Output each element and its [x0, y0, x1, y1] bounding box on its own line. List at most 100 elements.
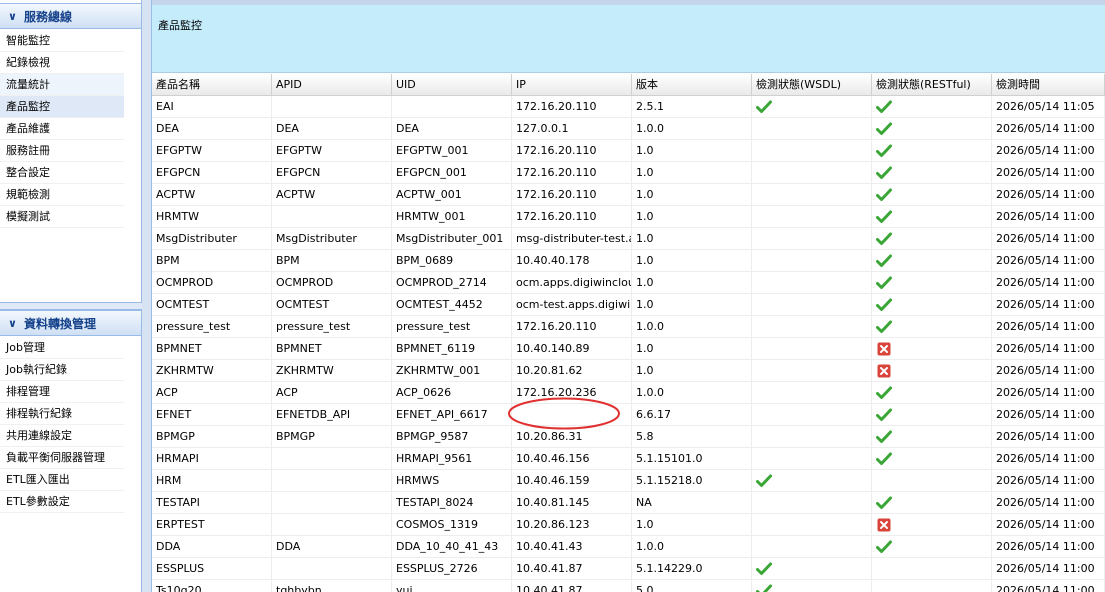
cell-version: 1.0	[632, 162, 752, 184]
table-row[interactable]: BPMGP BPMGP BPMGP_9587 10.20.86.31 5.8 2026/0…	[152, 426, 1105, 448]
column-header[interactable]: UID	[392, 74, 512, 96]
cell-apid	[272, 492, 392, 514]
cell-time: 2026/05/14 11:00	[992, 118, 1105, 140]
table-row[interactable]: TESTAPI TESTAPI_8024 10.40.81.145 NA 2026/05…	[152, 492, 1105, 514]
cell-ip: 172.16.20.110	[512, 316, 632, 338]
column-header[interactable]: 檢測狀態(RESTful)	[872, 74, 992, 96]
table-row[interactable]: BPMNET BPMNET BPMNET_6119 10.40.140.89 1.0 20…	[152, 338, 1105, 360]
table-row[interactable]: EAI 172.16.20.110 2.5.1 2026/05/14 11:05	[152, 96, 1105, 118]
cell-apid: BPM	[272, 250, 392, 272]
status-cell-rest	[872, 382, 992, 404]
cell-uid: HRMAPI_9561	[392, 448, 512, 470]
cell-name: EFGPTW	[152, 140, 272, 162]
sidebar-item[interactable]: 模擬測試	[0, 206, 124, 228]
cell-name: DEA	[152, 118, 272, 140]
check-icon	[876, 294, 892, 316]
table-row[interactable]: ACP ACP ACP_0626 172.16.20.236 1.0.0 2026/05/…	[152, 382, 1105, 404]
table-row[interactable]: HRM HRMWS 10.40.46.159 5.1.15218.0 2026/05/1…	[152, 470, 1105, 492]
cell-name: TESTAPI	[152, 492, 272, 514]
table-row[interactable]: pressure_test pressure_test pressure_test 1…	[152, 316, 1105, 338]
cell-apid: DDA	[272, 536, 392, 558]
cell-apid: EFNETDB_API	[272, 404, 392, 426]
page-title: 產品監控	[158, 19, 202, 32]
cell-apid: pressure_test	[272, 316, 392, 338]
sidebar-item[interactable]: Job管理	[0, 337, 124, 359]
table-row[interactable]: ACPTW ACPTW ACPTW_001 172.16.20.110 1.0 2026/…	[152, 184, 1105, 206]
table-row[interactable]: EFNET EFNETDB_API EFNET_API_6617 6.6.17 2026…	[152, 404, 1105, 426]
cell-apid: EFGPCN	[272, 162, 392, 184]
table-row[interactable]: EFGPTW EFGPTW EFGPTW_001 172.16.20.110 1.0 20…	[152, 140, 1105, 162]
column-header[interactable]: 產品名稱	[152, 74, 272, 96]
status-cell-rest	[872, 470, 992, 492]
sidebar-item[interactable]: 流量統計	[0, 74, 124, 96]
sidebar-item[interactable]: 服務註冊	[0, 140, 124, 162]
section-header-service-bus[interactable]: ∨ 服務總線	[0, 3, 142, 29]
column-header[interactable]: 檢測狀態(WSDL)	[752, 74, 872, 96]
sidebar-item[interactable]: 排程管理	[0, 381, 124, 403]
table-row[interactable]: MsgDistributer MsgDistributer MsgDistribut…	[152, 228, 1105, 250]
grid-body[interactable]: EAI 172.16.20.110 2.5.1 2026/05/14 11:05 DEA…	[152, 96, 1105, 592]
cell-time: 2026/05/14 11:00	[992, 316, 1105, 338]
sidebar-item[interactable]: 紀錄檢視	[0, 52, 124, 74]
table-row[interactable]: Ts10g20 tghbybn yui 10.40.41.87 5.0 2026/05/1…	[152, 580, 1105, 592]
cell-apid: BPMGP	[272, 426, 392, 448]
table-row[interactable]: HRMAPI HRMAPI_9561 10.40.46.156 5.1.15101.0…	[152, 448, 1105, 470]
cell-apid: DEA	[272, 118, 392, 140]
sidebar-item[interactable]: Job執行紀錄	[0, 359, 124, 381]
table-row[interactable]: BPM BPM BPM_0689 10.40.40.178 1.0 2026/05/14 …	[152, 250, 1105, 272]
cell-uid: COSMOS_1319	[392, 514, 512, 536]
cell-uid: ACP_0626	[392, 382, 512, 404]
cell-version: 1.0	[632, 140, 752, 162]
sidebar-item[interactable]: 產品維護	[0, 118, 124, 140]
panel-splitter[interactable]	[0, 302, 142, 310]
sidebar-item[interactable]: 排程執行紀錄	[0, 403, 124, 425]
column-header[interactable]: 版本	[632, 74, 752, 96]
table-row[interactable]: OCMPROD OCMPROD OCMPROD_2714 ocm.apps.digiw…	[152, 272, 1105, 294]
cell-version: 1.0.0	[632, 316, 752, 338]
status-cell-rest	[872, 316, 992, 338]
cell-name: pressure_test	[152, 316, 272, 338]
cell-version: 6.6.17	[632, 404, 752, 426]
sidebar-item[interactable]: 負載平衡伺服器管理	[0, 447, 124, 469]
table-row[interactable]: ZKHRMTW ZKHRMTW ZKHRMTW_001 10.20.81.62 1.0 2…	[152, 360, 1105, 382]
column-header[interactable]: 檢測時間	[992, 74, 1105, 96]
column-header[interactable]: IP	[512, 74, 632, 96]
table-row[interactable]: HRMTW HRMTW_001 172.16.20.110 1.0 2026/05/14…	[152, 206, 1105, 228]
section-header-data-transform[interactable]: ∨ 資料轉換管理	[0, 310, 142, 336]
table-row[interactable]: EFGPCN EFGPCN EFGPCN_001 172.16.20.110 1.0 20…	[152, 162, 1105, 184]
check-icon	[756, 558, 772, 580]
cell-apid	[272, 558, 392, 580]
cell-uid: ESSPLUS_2726	[392, 558, 512, 580]
column-header[interactable]: APID	[272, 74, 392, 96]
sidebar-item[interactable]: 共用連線設定	[0, 425, 124, 447]
sidebar-item[interactable]: 規範檢測	[0, 184, 124, 206]
table-row[interactable]: DEA DEA DEA 127.0.0.1 1.0.0 2026/05/14 11:00	[152, 118, 1105, 140]
sidebar-item[interactable]: ETL匯入匯出	[0, 469, 124, 491]
sidebar-item[interactable]: 整合設定	[0, 162, 124, 184]
table-row[interactable]: DDA DDA DDA_10_40_41_43 10.40.41.43 1.0.0 202…	[152, 536, 1105, 558]
status-cell-rest	[872, 96, 992, 118]
chevron-down-icon[interactable]: ∨	[8, 317, 24, 330]
cell-version: 1.0.0	[632, 118, 752, 140]
status-cell-rest	[872, 580, 992, 592]
status-cell-rest	[872, 426, 992, 448]
status-cell-wsdl	[752, 580, 872, 592]
cell-version: 1.0	[632, 272, 752, 294]
cell-time: 2026/05/14 11:05	[992, 96, 1105, 118]
cell-time: 2026/05/14 11:00	[992, 382, 1105, 404]
cell-ip: 172.16.20.236	[512, 382, 632, 404]
cell-name: BPMNET	[152, 338, 272, 360]
section-title: 服務總線	[24, 9, 73, 24]
cell-name: BPMGP	[152, 426, 272, 448]
cell-version: 5.1.14229.0	[632, 558, 752, 580]
cell-apid: ZKHRMTW	[272, 360, 392, 382]
status-cell-wsdl	[752, 558, 872, 580]
sidebar-item[interactable]: 智能監控	[0, 30, 124, 52]
table-row[interactable]: OCMTEST OCMTEST OCMTEST_4452 ocm-test.apps.…	[152, 294, 1105, 316]
chevron-down-icon[interactable]: ∨	[8, 10, 24, 23]
table-row[interactable]: ERPTEST COSMOS_1319 10.20.86.123 1.0 2026/05…	[152, 514, 1105, 536]
table-row[interactable]: ESSPLUS ESSPLUS_2726 10.40.41.87 5.1.14229.…	[152, 558, 1105, 580]
sidebar-item[interactable]: ETL參數設定	[0, 491, 124, 513]
sidebar-item[interactable]: 產品監控	[0, 96, 124, 118]
cell-uid: TESTAPI_8024	[392, 492, 512, 514]
